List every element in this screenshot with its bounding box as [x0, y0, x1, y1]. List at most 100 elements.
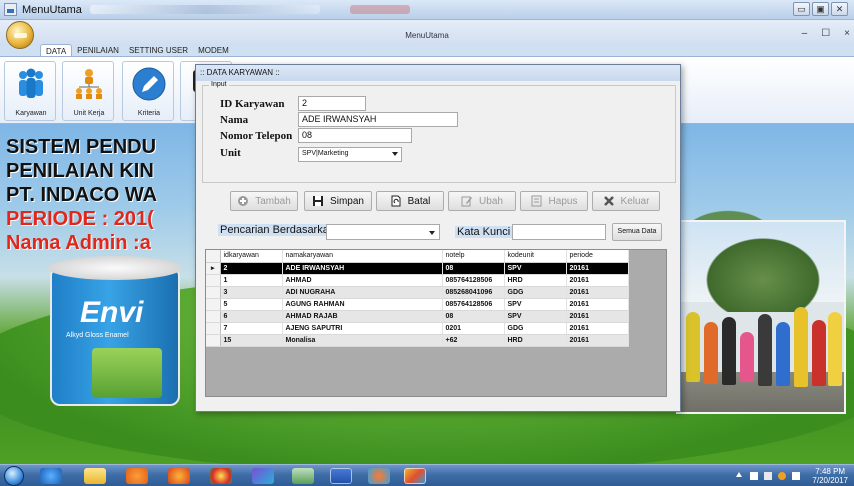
volume-icon[interactable]: [792, 472, 800, 480]
kriteria-button[interactable]: Kriteria: [122, 61, 174, 121]
application-orb-button[interactable]: [6, 21, 34, 49]
system-tray: 7:48 PM 7/20/2017: [734, 465, 854, 486]
cell-periode[interactable]: 20161: [566, 334, 629, 347]
cell-namakaryawan[interactable]: Monalisa: [282, 334, 443, 347]
clock[interactable]: 7:48 PM 7/20/2017: [812, 467, 848, 485]
cell-periode[interactable]: 20161: [566, 274, 629, 287]
cell-namakaryawan[interactable]: ADI NUGRAHA: [282, 286, 443, 299]
cell-kodeunit[interactable]: SPV: [504, 310, 567, 323]
word-icon[interactable]: [330, 468, 352, 484]
cell-notelp[interactable]: 085764128506: [442, 274, 505, 287]
minimize-button[interactable]: ▭: [793, 2, 810, 16]
flag-icon[interactable]: [750, 472, 758, 480]
chrome-icon[interactable]: [210, 468, 232, 484]
cell-notelp[interactable]: 08: [442, 262, 505, 275]
ubah-button[interactable]: Ubah: [448, 191, 516, 211]
tray-expand-icon[interactable]: [736, 472, 742, 477]
cell-kodeunit[interactable]: GDG: [504, 322, 567, 335]
unit-select[interactable]: SPV|Marketing: [298, 147, 402, 162]
cell-idkaryawan[interactable]: 2: [220, 262, 283, 275]
column-header-namakaryawan[interactable]: namakaryawan: [282, 250, 443, 263]
cell-periode[interactable]: 20161: [566, 298, 629, 311]
cell-idkaryawan[interactable]: 3: [220, 286, 283, 299]
column-header-notelp[interactable]: notelp: [442, 250, 505, 263]
maximize-button[interactable]: ▣: [812, 2, 829, 16]
ribbon-minimize-button[interactable]: –: [802, 28, 808, 39]
cell-kodeunit[interactable]: GDG: [504, 286, 567, 299]
keyword-input[interactable]: [512, 224, 606, 240]
cell-notelp[interactable]: 08: [442, 310, 505, 323]
column-header-kodeunit[interactable]: kodeunit: [504, 250, 567, 263]
running-app-icon[interactable]: [404, 468, 426, 484]
cell-namakaryawan[interactable]: AGUNG RAHMAN: [282, 298, 443, 311]
nomor-telepon-input[interactable]: 08: [298, 128, 412, 143]
cell-kodeunit[interactable]: HRD: [504, 274, 567, 287]
table-row[interactable]: 3 ADI NUGRAHA 085268041096 GDG 20161: [206, 286, 629, 299]
cell-idkaryawan[interactable]: 5: [220, 298, 283, 311]
cell-namakaryawan[interactable]: AJENG SAPUTRI: [282, 322, 443, 335]
cell-periode[interactable]: 20161: [566, 310, 629, 323]
simpan-button[interactable]: Simpan: [304, 191, 372, 211]
media-player-icon[interactable]: [126, 468, 148, 484]
semua-data-button[interactable]: Semua Data: [612, 223, 662, 241]
image-viewer-icon[interactable]: [292, 468, 314, 484]
row-header[interactable]: ▸: [206, 262, 221, 275]
id-karyawan-input[interactable]: 2: [298, 96, 366, 111]
cell-periode[interactable]: 20161: [566, 262, 629, 275]
cell-periode[interactable]: 20161: [566, 322, 629, 335]
cell-notelp[interactable]: 0201: [442, 322, 505, 335]
app-icon-2[interactable]: [368, 468, 390, 484]
cell-idkaryawan[interactable]: 6: [220, 310, 283, 323]
table-row[interactable]: 15 Monalisa +62 HRD 20161: [206, 334, 629, 347]
cell-kodeunit[interactable]: HRD: [504, 334, 567, 347]
cell-kodeunit[interactable]: SPV: [504, 298, 567, 311]
cell-notelp[interactable]: 085764128506: [442, 298, 505, 311]
nama-input[interactable]: ADE IRWANSYAH: [298, 112, 458, 127]
table-row[interactable]: 1 AHMAD 085764128506 HRD 20161: [206, 274, 629, 287]
cell-notelp[interactable]: +62: [442, 334, 505, 347]
network-icon[interactable]: [764, 472, 772, 480]
search-by-select[interactable]: [326, 224, 440, 240]
table-row[interactable]: ▸ 2 ADE IRWANSYAH 08 SPV 20161: [206, 262, 629, 275]
table-row[interactable]: 6 AHMAD RAJAB 08 SPV 20161: [206, 310, 629, 323]
start-button[interactable]: [4, 466, 24, 486]
cell-idkaryawan[interactable]: 1: [220, 274, 283, 287]
ie-icon[interactable]: [40, 468, 62, 484]
row-header[interactable]: [206, 334, 221, 347]
cell-namakaryawan[interactable]: ADE IRWANSYAH: [282, 262, 443, 275]
karyawan-grid[interactable]: idkaryawan namakaryawan notelp kodeunit peri…: [205, 249, 667, 397]
row-header[interactable]: [206, 274, 221, 287]
cell-namakaryawan[interactable]: AHMAD RAJAB: [282, 310, 443, 323]
cell-kodeunit[interactable]: SPV: [504, 262, 567, 275]
folder-icon[interactable]: [84, 468, 106, 484]
cell-namakaryawan[interactable]: AHMAD: [282, 274, 443, 287]
ribbon-header: MenuUtama – ☐ ×: [0, 20, 854, 46]
batal-button[interactable]: Batal: [376, 191, 444, 211]
row-header[interactable]: [206, 310, 221, 323]
tambah-button[interactable]: Tambah: [230, 191, 298, 211]
data-karyawan-dialog: :: DATA KARYAWAN :: Input ID Karyawan 2 …: [195, 64, 681, 412]
column-header-idkaryawan[interactable]: idkaryawan: [220, 250, 283, 263]
update-icon[interactable]: [778, 472, 786, 480]
visual-studio-icon[interactable]: [252, 468, 274, 484]
cell-periode[interactable]: 20161: [566, 286, 629, 299]
row-header[interactable]: [206, 286, 221, 299]
keluar-button[interactable]: Keluar: [592, 191, 660, 211]
close-button[interactable]: ✕: [831, 2, 848, 16]
cell-idkaryawan[interactable]: 7: [220, 322, 283, 335]
table-row[interactable]: 7 AJENG SAPUTRI 0201 GDG 20161: [206, 322, 629, 335]
firefox-icon[interactable]: [168, 468, 190, 484]
nomor-telepon-label: Nomor Telepon: [220, 130, 293, 142]
column-header-periode[interactable]: periode: [566, 250, 629, 263]
ribbon-close-button[interactable]: ×: [844, 28, 850, 39]
cell-idkaryawan[interactable]: 15: [220, 334, 283, 347]
unit-kerja-button[interactable]: Unit Kerja: [62, 61, 114, 121]
row-header[interactable]: [206, 298, 221, 311]
karyawan-label: Karyawan: [15, 110, 47, 117]
table-row[interactable]: 5 AGUNG RAHMAN 085764128506 SPV 20161: [206, 298, 629, 311]
karyawan-button[interactable]: Karyawan: [4, 61, 56, 121]
hapus-button[interactable]: Hapus: [520, 191, 588, 211]
row-header[interactable]: [206, 322, 221, 335]
ribbon-restore-button[interactable]: ☐: [821, 28, 830, 39]
cell-notelp[interactable]: 085268041096: [442, 286, 505, 299]
